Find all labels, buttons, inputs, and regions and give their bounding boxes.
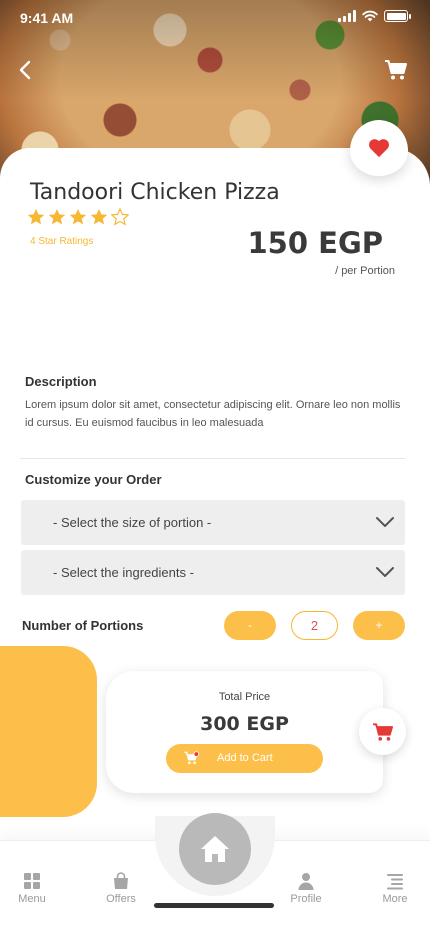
add-cart-icon — [184, 751, 200, 765]
chevron-down-icon — [376, 517, 394, 527]
home-icon — [201, 836, 229, 862]
nav-item-label: Menu — [18, 893, 46, 905]
status-icons — [338, 10, 411, 22]
portion-size-select-label: - Select the size of portion - — [53, 515, 212, 530]
star-filled-icon — [69, 209, 87, 225]
status-bar: 9:41 AM — [0, 0, 430, 36]
nav-item-label: More — [382, 893, 408, 905]
star-filled-icon — [48, 209, 66, 225]
ingredients-select[interactable]: - Select the ingredients - — [21, 550, 405, 595]
bag-icon — [114, 872, 128, 889]
nav-item-label: Offers — [106, 893, 136, 905]
star-filled-icon — [27, 209, 45, 225]
description-text: Lorem ipsum dolor sit amet, consectetur … — [25, 399, 401, 429]
description-heading: Description — [25, 374, 97, 389]
signal-icon — [338, 10, 356, 22]
cart-icon[interactable] — [384, 58, 408, 82]
ingredients-select-label: - Select the ingredients - — [53, 565, 194, 580]
add-to-cart-label: Add to Cart — [217, 752, 273, 764]
wifi-icon — [362, 10, 378, 22]
battery-icon — [384, 10, 411, 22]
total-price-label: Total Price — [218, 691, 271, 703]
nav-item-label: Profile — [290, 893, 322, 905]
star-empty-icon — [111, 208, 129, 226]
portion-size-select[interactable]: - Select the size of portion - — [21, 500, 405, 545]
nav-item-profile[interactable]: Profile — [276, 872, 336, 905]
decorative-accent-block — [0, 646, 97, 817]
increment-portions-button[interactable]: + — [353, 611, 405, 640]
portion-count[interactable]: 2 — [291, 611, 338, 640]
chevron-down-icon — [376, 567, 394, 577]
price-unit: / per Portion — [335, 265, 395, 277]
home-indicator — [154, 903, 274, 908]
favorite-button[interactable] — [350, 120, 408, 176]
product-price: 150 EGP — [247, 226, 384, 260]
rating-label: 4 Star Ratings — [30, 236, 94, 247]
customize-heading: Customize your Order — [25, 472, 162, 487]
add-to-cart-button[interactable]: Add to Cart — [166, 744, 323, 773]
status-time: 9:41 AM — [20, 10, 74, 26]
divider — [20, 458, 405, 459]
nav-item-menu[interactable]: Menu — [2, 872, 62, 905]
home-button[interactable] — [179, 813, 251, 885]
cart-icon — [372, 722, 393, 741]
decrement-portions-button[interactable]: - — [224, 611, 276, 640]
heart-icon — [369, 139, 389, 158]
nav-item-more[interactable]: More — [365, 872, 425, 905]
star-rating — [27, 208, 129, 226]
floating-cart-button[interactable] — [359, 708, 406, 755]
user-icon — [298, 873, 314, 890]
total-price-card: Total Price 300 EGP Add to Cart — [106, 671, 383, 793]
portions-label: Number of Portions — [22, 618, 144, 633]
total-price-value: 300 EGP — [200, 713, 289, 735]
star-filled-icon — [90, 209, 108, 225]
nav-item-offers[interactable]: Offers — [91, 872, 151, 905]
list-icon — [387, 874, 403, 890]
grid-icon — [24, 873, 40, 889]
back-arrow-icon[interactable] — [14, 58, 38, 82]
product-title: Tandoori Chicken Pizza — [30, 180, 280, 205]
